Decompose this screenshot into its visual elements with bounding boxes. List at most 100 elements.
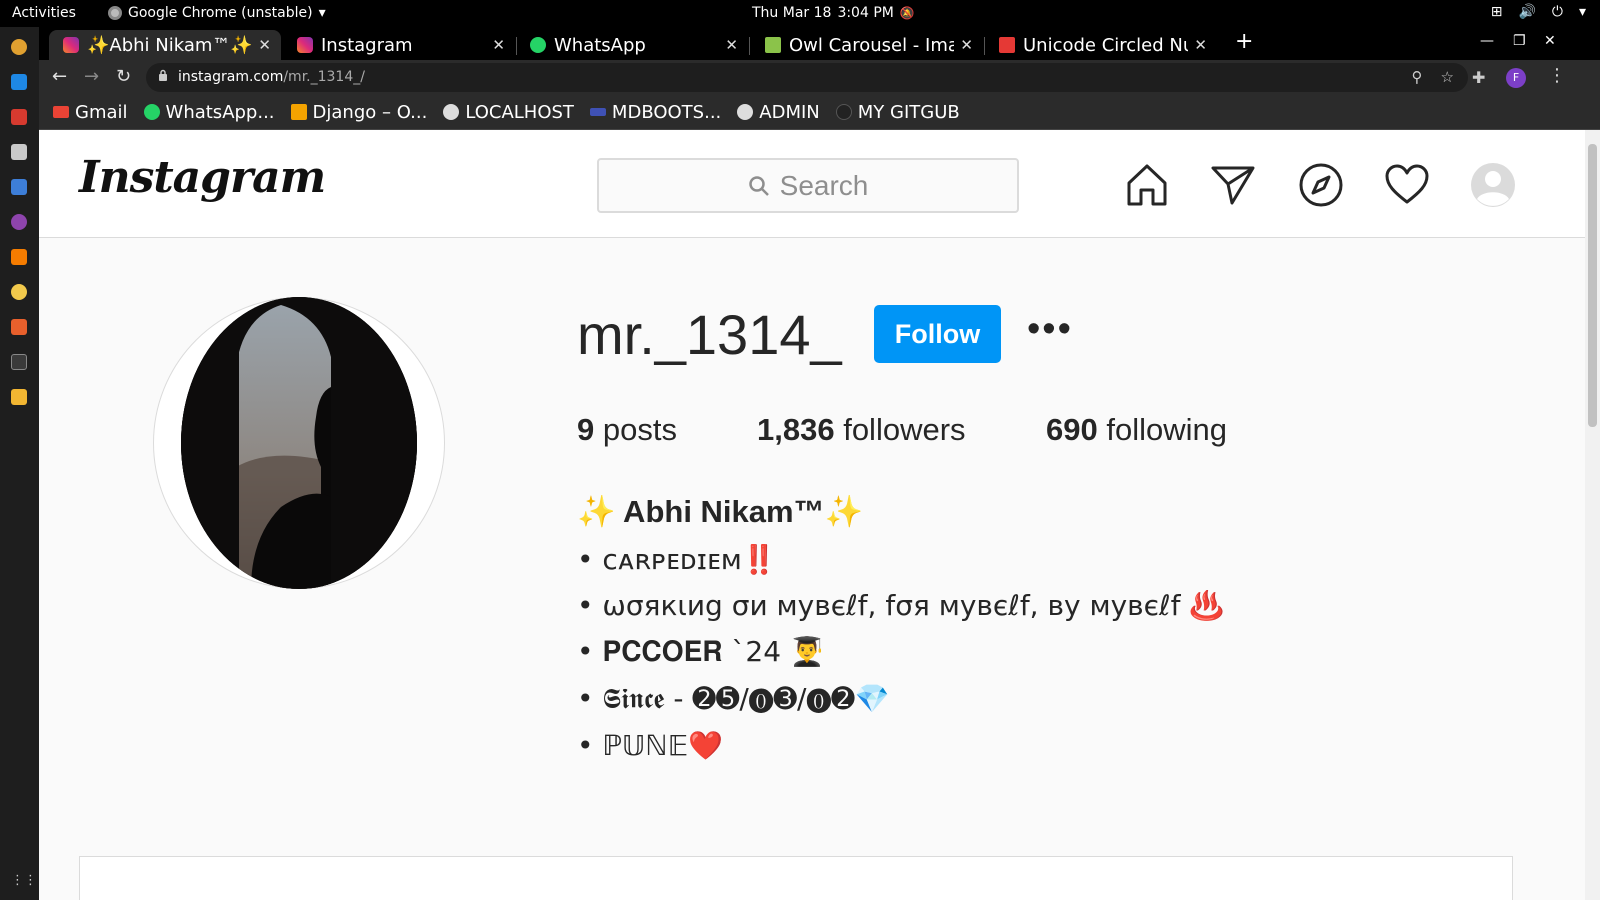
tab-title: Unicode Circled Nun	[1023, 34, 1189, 56]
scrollbar-thumb[interactable]	[1588, 144, 1597, 427]
extensions-icon[interactable]: ✚	[1472, 68, 1485, 87]
django-icon	[290, 104, 307, 120]
gmail-icon	[53, 106, 69, 118]
editor-dock-icon[interactable]	[11, 179, 27, 195]
instagram-header: Instagram Search	[39, 130, 1585, 238]
owl-icon	[765, 37, 781, 53]
back-arrow-icon[interactable]: ←	[52, 66, 67, 87]
tab-title: Instagram	[321, 34, 413, 56]
network-icon: ⊞	[1490, 4, 1503, 20]
bookmark-localhost[interactable]: LOCALHOST	[443, 102, 574, 123]
github-dock-icon[interactable]	[11, 214, 27, 230]
profile-avatar[interactable]: F	[1506, 68, 1526, 88]
bookmark-django[interactable]: Django – O...	[290, 102, 427, 123]
instagram-logo[interactable]: Instagram	[79, 152, 326, 203]
tab-strip: ✨Abhi Nikam™✨ (@ ✕ Instagram ✕ WhatsApp …	[39, 27, 1600, 60]
profile-picture[interactable]	[153, 297, 445, 589]
posts-count: 9	[577, 412, 595, 447]
restore-icon[interactable]: ❐	[1513, 33, 1526, 49]
more-options-button[interactable]: •••	[1027, 308, 1073, 351]
tab-owl-carousel[interactable]: Owl Carousel - Imag ✕	[751, 30, 983, 60]
bookmark-mdbootstrap[interactable]: MDBOOTS...	[589, 102, 721, 123]
terminal-dock-icon[interactable]	[11, 354, 27, 370]
bio-line: • 𝕾𝖎𝖓𝖈𝖊 - ➋➎/⓿➌/⓿➋💎	[577, 682, 890, 715]
silhouette-photo	[181, 297, 417, 589]
page-viewport: Instagram Search mr._1314_ Follow ••• 9 …	[39, 130, 1600, 900]
close-icon[interactable]: ✕	[725, 36, 738, 54]
vlc-dock-icon[interactable]	[11, 249, 27, 265]
globe-icon	[737, 104, 754, 120]
bookmark-whatsapp[interactable]: WhatsApp...	[143, 102, 275, 123]
bookmark-admin[interactable]: ADMIN	[737, 102, 820, 123]
profile-stats: 9 posts 1,836 followers 690 following	[577, 412, 1227, 448]
close-icon[interactable]: ✕	[258, 36, 271, 54]
bookmark-star-icon[interactable]: ☆	[1441, 68, 1454, 86]
whatsapp-icon	[143, 104, 160, 120]
close-icon[interactable]: ✕	[1194, 36, 1207, 54]
search-icon	[748, 175, 769, 196]
explore-icon[interactable]	[1298, 162, 1344, 208]
power-icon: ⏻	[1551, 4, 1563, 20]
app-dock-icon[interactable]	[11, 284, 27, 300]
following-count: 690	[1046, 412, 1098, 447]
bookmark-github[interactable]: MY GITGUB	[835, 102, 960, 123]
bookmarks-bar: Gmail WhatsApp... Django – O... LOCALHOS…	[39, 95, 1600, 130]
follow-button[interactable]: Follow	[874, 305, 1001, 363]
minimize-icon[interactable]: —	[1480, 33, 1494, 49]
new-tab-button[interactable]: +	[1235, 29, 1253, 54]
system-tray[interactable]: ⊞ 🔊 ⏻ ▾	[1491, 4, 1586, 20]
home-icon[interactable]	[1124, 162, 1170, 208]
url-path: /mr._1314_/	[283, 69, 365, 85]
chevron-down-icon: ▾	[1578, 4, 1586, 20]
files-dock-icon[interactable]	[11, 144, 27, 160]
profile-avatar-icon[interactable]	[1470, 162, 1516, 208]
tab-unicode-circled[interactable]: Unicode Circled Nun ✕	[985, 30, 1217, 60]
posts-section	[79, 857, 1513, 900]
scrollbar[interactable]	[1585, 130, 1600, 900]
bookmark-gmail[interactable]: Gmail	[53, 102, 128, 123]
posts-stat: 9 posts	[577, 412, 677, 448]
url-text: instagram.com/mr._1314_/	[178, 69, 365, 85]
tab-abhi-nikam[interactable]: ✨Abhi Nikam™✨ (@ ✕	[49, 30, 281, 60]
activities-button[interactable]: Activities	[12, 5, 76, 21]
chrome-dock-icon[interactable]	[11, 39, 27, 55]
tab-instagram[interactable]: Instagram ✕	[283, 30, 515, 60]
clock[interactable]: Thu Mar 18 3:04 PM 🔕	[752, 5, 915, 21]
search-input[interactable]: Search	[597, 158, 1019, 213]
bio-line: • ωσякιиg σи мувєℓf, fσя мувєℓf, ву мувє…	[577, 589, 1225, 622]
username: mr._1314_	[577, 303, 842, 366]
notifications-off-icon: 🔕	[899, 6, 915, 20]
address-bar[interactable]: instagram.com/mr._1314_/ ⚲ ☆	[146, 63, 1468, 92]
archive-dock-icon[interactable]	[11, 389, 27, 405]
whatsapp-icon	[530, 37, 546, 53]
zoom-icon[interactable]: ⚲	[1412, 68, 1423, 86]
reload-icon[interactable]: ↻	[116, 66, 131, 87]
url-host: instagram.com	[178, 69, 284, 85]
followers-stat[interactable]: 1,836 followers	[757, 412, 966, 448]
pdf-dock-icon[interactable]	[11, 109, 27, 125]
close-icon[interactable]: ✕	[492, 36, 505, 54]
browser-toolbar: ← → ↻ instagram.com/mr._1314_/ ⚲ ☆ ✚ F ⋮	[39, 60, 1600, 95]
activity-heart-icon[interactable]	[1384, 162, 1430, 208]
close-window-icon[interactable]: ✕	[1544, 33, 1556, 49]
following-stat[interactable]: 690 following	[1046, 412, 1227, 448]
volume-icon: 🔊	[1518, 4, 1536, 20]
forward-arrow-icon[interactable]: →	[84, 66, 99, 87]
dock: ⋮⋮	[0, 27, 39, 900]
instagram-icon	[63, 37, 79, 53]
tab-title: ✨Abhi Nikam™✨ (@	[87, 34, 253, 56]
show-apps-icon[interactable]: ⋮⋮	[11, 873, 37, 888]
tab-whatsapp[interactable]: WhatsApp ✕	[516, 30, 748, 60]
app-name: Google Chrome (unstable)	[128, 5, 313, 21]
followers-count: 1,836	[757, 412, 835, 447]
mdb-icon	[589, 108, 606, 116]
vscode-dock-icon[interactable]	[11, 74, 27, 90]
tab-separator	[749, 37, 750, 55]
tab-title: Owl Carousel - Imag	[789, 34, 955, 56]
software-dock-icon[interactable]	[11, 319, 27, 335]
posts-label: posts	[602, 412, 677, 447]
direct-message-icon[interactable]	[1210, 162, 1256, 208]
app-menu[interactable]: Google Chrome (unstable) ▾	[108, 5, 326, 21]
close-icon[interactable]: ✕	[960, 36, 973, 54]
chrome-menu-icon[interactable]: ⋮	[1548, 65, 1566, 86]
